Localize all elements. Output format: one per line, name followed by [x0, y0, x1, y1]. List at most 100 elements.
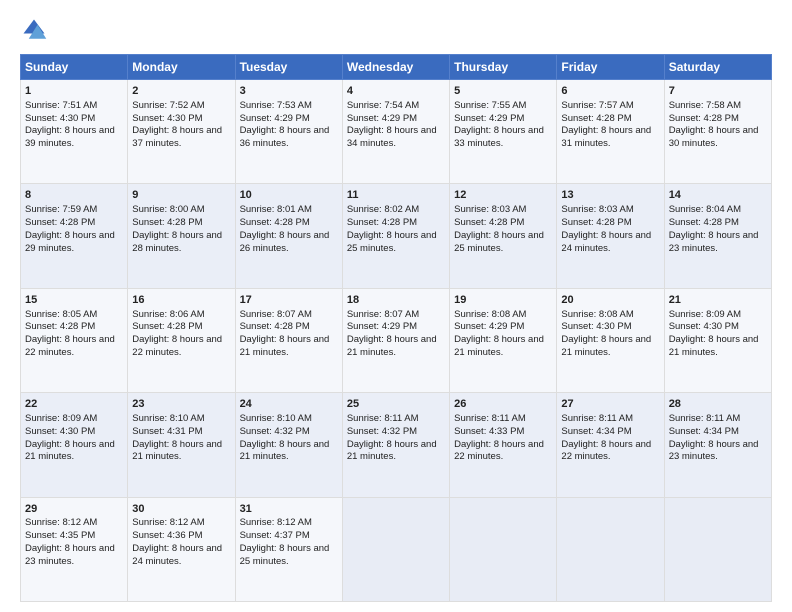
sunrise: Sunrise: 8:12 AM [25, 517, 97, 528]
weekday-header-thursday: Thursday [450, 55, 557, 80]
sunset: Sunset: 4:28 PM [132, 321, 202, 332]
daylight: Daylight: 8 hours and 21 minutes. [347, 439, 437, 463]
day-number: 3 [240, 84, 338, 99]
sunrise: Sunrise: 8:10 AM [132, 413, 204, 424]
daylight: Daylight: 8 hours and 39 minutes. [25, 125, 115, 149]
day-number: 26 [454, 397, 552, 412]
day-cell: 30Sunrise: 8:12 AMSunset: 4:36 PMDayligh… [128, 497, 235, 601]
day-cell [557, 497, 664, 601]
daylight: Daylight: 8 hours and 23 minutes. [669, 439, 759, 463]
daylight: Daylight: 8 hours and 29 minutes. [25, 230, 115, 254]
sunset: Sunset: 4:28 PM [561, 217, 631, 228]
daylight: Daylight: 8 hours and 22 minutes. [25, 334, 115, 358]
sunset: Sunset: 4:30 PM [25, 113, 95, 124]
sunset: Sunset: 4:35 PM [25, 530, 95, 541]
sunset: Sunset: 4:28 PM [25, 217, 95, 228]
sunrise: Sunrise: 8:02 AM [347, 204, 419, 215]
day-cell: 31Sunrise: 8:12 AMSunset: 4:37 PMDayligh… [235, 497, 342, 601]
sunrise: Sunrise: 8:01 AM [240, 204, 312, 215]
day-number: 30 [132, 502, 230, 517]
sunrise: Sunrise: 8:03 AM [561, 204, 633, 215]
daylight: Daylight: 8 hours and 22 minutes. [454, 439, 544, 463]
day-number: 31 [240, 502, 338, 517]
sunrise: Sunrise: 8:12 AM [240, 517, 312, 528]
week-row-2: 8Sunrise: 7:59 AMSunset: 4:28 PMDaylight… [21, 184, 772, 288]
day-number: 5 [454, 84, 552, 99]
day-cell: 23Sunrise: 8:10 AMSunset: 4:31 PMDayligh… [128, 393, 235, 497]
day-cell: 9Sunrise: 8:00 AMSunset: 4:28 PMDaylight… [128, 184, 235, 288]
sunset: Sunset: 4:28 PM [669, 113, 739, 124]
day-number: 16 [132, 293, 230, 308]
day-cell: 16Sunrise: 8:06 AMSunset: 4:28 PMDayligh… [128, 288, 235, 392]
day-number: 4 [347, 84, 445, 99]
daylight: Daylight: 8 hours and 25 minutes. [240, 543, 330, 567]
calendar-header: SundayMondayTuesdayWednesdayThursdayFrid… [21, 55, 772, 80]
daylight: Daylight: 8 hours and 21 minutes. [347, 334, 437, 358]
day-number: 11 [347, 188, 445, 203]
day-cell: 1Sunrise: 7:51 AMSunset: 4:30 PMDaylight… [21, 80, 128, 184]
day-cell: 25Sunrise: 8:11 AMSunset: 4:32 PMDayligh… [342, 393, 449, 497]
sunset: Sunset: 4:30 PM [25, 426, 95, 437]
calendar-body: 1Sunrise: 7:51 AMSunset: 4:30 PMDaylight… [21, 80, 772, 602]
sunrise: Sunrise: 7:55 AM [454, 100, 526, 111]
daylight: Daylight: 8 hours and 25 minutes. [347, 230, 437, 254]
sunset: Sunset: 4:28 PM [132, 217, 202, 228]
day-number: 9 [132, 188, 230, 203]
calendar-table: SundayMondayTuesdayWednesdayThursdayFrid… [20, 54, 772, 602]
sunrise: Sunrise: 7:57 AM [561, 100, 633, 111]
daylight: Daylight: 8 hours and 21 minutes. [454, 334, 544, 358]
sunset: Sunset: 4:28 PM [561, 113, 631, 124]
sunset: Sunset: 4:28 PM [347, 217, 417, 228]
day-number: 28 [669, 397, 767, 412]
sunrise: Sunrise: 8:11 AM [454, 413, 526, 424]
sunset: Sunset: 4:29 PM [347, 321, 417, 332]
sunset: Sunset: 4:36 PM [132, 530, 202, 541]
daylight: Daylight: 8 hours and 21 minutes. [240, 439, 330, 463]
sunrise: Sunrise: 8:05 AM [25, 309, 97, 320]
daylight: Daylight: 8 hours and 34 minutes. [347, 125, 437, 149]
sunrise: Sunrise: 7:52 AM [132, 100, 204, 111]
daylight: Daylight: 8 hours and 37 minutes. [132, 125, 222, 149]
sunset: Sunset: 4:28 PM [669, 217, 739, 228]
sunrise: Sunrise: 7:51 AM [25, 100, 97, 111]
daylight: Daylight: 8 hours and 36 minutes. [240, 125, 330, 149]
week-row-5: 29Sunrise: 8:12 AMSunset: 4:35 PMDayligh… [21, 497, 772, 601]
sunrise: Sunrise: 7:59 AM [25, 204, 97, 215]
day-cell: 27Sunrise: 8:11 AMSunset: 4:34 PMDayligh… [557, 393, 664, 497]
sunset: Sunset: 4:34 PM [669, 426, 739, 437]
day-cell [664, 497, 771, 601]
sunrise: Sunrise: 8:07 AM [240, 309, 312, 320]
sunset: Sunset: 4:28 PM [25, 321, 95, 332]
day-cell: 29Sunrise: 8:12 AMSunset: 4:35 PMDayligh… [21, 497, 128, 601]
day-number: 25 [347, 397, 445, 412]
day-number: 6 [561, 84, 659, 99]
sunrise: Sunrise: 8:09 AM [669, 309, 741, 320]
sunrise: Sunrise: 8:04 AM [669, 204, 741, 215]
daylight: Daylight: 8 hours and 30 minutes. [669, 125, 759, 149]
day-number: 21 [669, 293, 767, 308]
sunset: Sunset: 4:30 PM [669, 321, 739, 332]
sunset: Sunset: 4:29 PM [240, 113, 310, 124]
sunset: Sunset: 4:28 PM [454, 217, 524, 228]
sunset: Sunset: 4:30 PM [132, 113, 202, 124]
day-number: 12 [454, 188, 552, 203]
sunrise: Sunrise: 7:58 AM [669, 100, 741, 111]
day-cell [450, 497, 557, 601]
day-number: 2 [132, 84, 230, 99]
sunrise: Sunrise: 8:00 AM [132, 204, 204, 215]
daylight: Daylight: 8 hours and 23 minutes. [25, 543, 115, 567]
day-number: 10 [240, 188, 338, 203]
weekday-header-saturday: Saturday [664, 55, 771, 80]
day-number: 24 [240, 397, 338, 412]
weekday-header-tuesday: Tuesday [235, 55, 342, 80]
sunrise: Sunrise: 8:11 AM [347, 413, 419, 424]
day-cell: 11Sunrise: 8:02 AM Sunset: 4:28 PM Dayligh… [342, 184, 449, 288]
logo [20, 16, 52, 44]
week-row-1: 1Sunrise: 7:51 AMSunset: 4:30 PMDaylight… [21, 80, 772, 184]
week-row-3: 15Sunrise: 8:05 AMSunset: 4:28 PMDayligh… [21, 288, 772, 392]
day-cell: 3Sunrise: 7:53 AMSunset: 4:29 PMDaylight… [235, 80, 342, 184]
daylight: Daylight: 8 hours and 23 minutes. [669, 230, 759, 254]
logo-icon [20, 16, 48, 44]
day-cell: 15Sunrise: 8:05 AMSunset: 4:28 PMDayligh… [21, 288, 128, 392]
day-cell: 20Sunrise: 8:08 AMSunset: 4:30 PMDayligh… [557, 288, 664, 392]
